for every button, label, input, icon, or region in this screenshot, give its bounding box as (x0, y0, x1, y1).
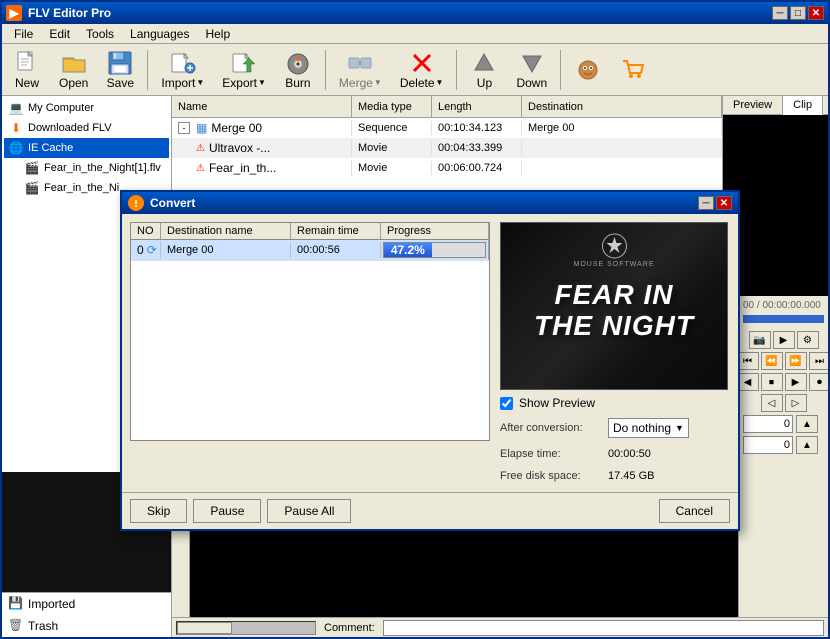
elapse-time-row: Elapse time: 00:00:50 (500, 446, 730, 462)
convert-table-header: NO Destination name Remain time Progress (131, 223, 489, 240)
dialog-overlay: Convert ─ ✕ NO Destination name Remain t… (0, 0, 830, 639)
convert-cell-progress: 47.2% (381, 240, 489, 260)
show-preview-row: Show Preview (500, 396, 730, 410)
dialog-body: NO Destination name Remain time Progress… (122, 214, 738, 492)
row-no: 0 (137, 243, 144, 257)
dialog-close-btn[interactable]: ✕ (716, 196, 732, 210)
dialog-icon (128, 195, 144, 211)
dialog-title-bar: Convert ─ ✕ (122, 192, 738, 214)
dialog-minimize-btn[interactable]: ─ (698, 196, 714, 210)
studio-name: MOUSE SOFTWARE (573, 261, 654, 268)
free-disk-label: Free disk space: (500, 470, 600, 482)
progress-bar-fill: 47.2% (384, 243, 432, 257)
convert-row-0[interactable]: 0 ⟳ Merge 00 00:00:56 47.2% (131, 240, 489, 260)
col-dest: Destination name (161, 223, 291, 239)
studio-logo: MOUSE SOFTWARE (573, 231, 654, 268)
preview-image: MOUSE SOFTWARE FEAR IN THE NIGHT (500, 222, 728, 390)
elapse-time-label: Elapse time: (500, 448, 600, 460)
free-disk-row: Free disk space: 17.45 GB (500, 468, 730, 484)
dialog-right-panel: MOUSE SOFTWARE FEAR IN THE NIGHT Show Pr… (500, 222, 730, 484)
show-preview-label: Show Preview (519, 396, 595, 410)
skip-button[interactable]: Skip (130, 499, 187, 523)
col-no: NO (131, 223, 161, 239)
col-progress: Progress (381, 223, 489, 239)
convert-cell-dest: Merge 00 (161, 242, 291, 258)
convert-cell-no: 0 ⟳ (131, 241, 161, 259)
pause-button[interactable]: Pause (193, 499, 261, 523)
dialog-title-buttons: ─ ✕ (698, 196, 732, 210)
convert-dialog: Convert ─ ✕ NO Destination name Remain t… (120, 190, 740, 531)
progress-label: 47.2% (391, 243, 425, 257)
convert-cell-remain: 00:00:56 (291, 242, 381, 258)
progress-bar-container: 47.2% (383, 242, 486, 258)
free-disk-value: 17.45 GB (608, 470, 654, 482)
after-conversion-select[interactable]: Do nothing ▼ (608, 418, 689, 438)
after-conversion-label: After conversion: (500, 422, 600, 434)
elapse-time-value: 00:00:50 (608, 448, 651, 460)
pause-all-button[interactable]: Pause All (267, 499, 351, 523)
row-icon: ⟳ (147, 243, 157, 257)
after-conversion-row: After conversion: Do nothing ▼ (500, 416, 730, 440)
preview-image-content: MOUSE SOFTWARE FEAR IN THE NIGHT (501, 223, 727, 389)
cancel-button[interactable]: Cancel (659, 499, 730, 523)
after-conversion-value: Do nothing (613, 421, 671, 435)
dialog-title-text: Convert (150, 196, 698, 210)
fear-text-line2: THE NIGHT (534, 311, 694, 342)
convert-table: NO Destination name Remain time Progress… (130, 222, 490, 441)
select-arrow-icon: ▼ (675, 423, 684, 433)
dialog-footer: Skip Pause Pause All Cancel (122, 492, 738, 529)
empty-rows (131, 260, 489, 440)
fear-text-line1: FEAR IN (554, 280, 673, 311)
col-remain: Remain time (291, 223, 381, 239)
dialog-left-panel: NO Destination name Remain time Progress… (130, 222, 490, 484)
show-preview-checkbox[interactable] (500, 397, 513, 410)
